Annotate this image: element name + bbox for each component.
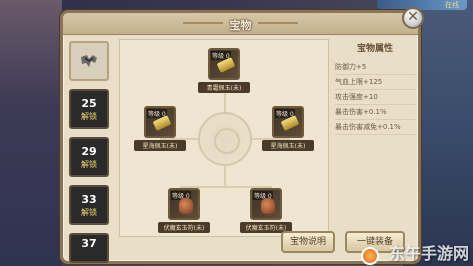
pot-icon bbox=[261, 198, 275, 214]
taiji-emblem bbox=[198, 112, 252, 166]
close-icon: ✕ bbox=[407, 9, 419, 25]
background-left bbox=[0, 0, 62, 266]
slot-2[interactable]: 29 解锁 bbox=[69, 137, 109, 177]
item-box: 等级 0 bbox=[272, 106, 304, 138]
slot-status: 解锁 bbox=[81, 112, 97, 121]
slot-column: 25 解锁 29 解锁 33 解锁 37 bbox=[69, 41, 113, 266]
close-button[interactable]: ✕ bbox=[402, 7, 424, 29]
pot-icon bbox=[179, 198, 193, 214]
title-ornament-right bbox=[258, 22, 298, 24]
window-title: 宝物 bbox=[229, 19, 252, 32]
hud-top-text: 在线 bbox=[445, 1, 459, 9]
slot-3[interactable]: 33 解锁 bbox=[69, 185, 109, 225]
slot-level: 37 bbox=[81, 237, 97, 250]
slot-4[interactable]: 37 bbox=[69, 233, 109, 263]
connector bbox=[224, 166, 226, 186]
attribute-panel: 宝物属性 防御力+5 气血上限+125 攻击强度+10 暴击伤害+0.1% 暴击… bbox=[335, 39, 415, 237]
slot-status: 解锁 bbox=[81, 160, 97, 169]
treasure-item-bottom-right[interactable]: 等级 0 伏魔玄玉符(未) bbox=[240, 188, 292, 233]
treasure-info-button[interactable]: 宝物说明 bbox=[281, 231, 335, 253]
item-name: 伏魔玄玉符(未) bbox=[158, 222, 210, 233]
item-name: 星海佩玉(未) bbox=[134, 140, 186, 151]
item-box: 等级 0 bbox=[168, 188, 200, 220]
item-name: 青霜佩玉(未) bbox=[198, 82, 250, 93]
attribute-item: 攻击强度+10 bbox=[335, 90, 415, 105]
slot-status: 解锁 bbox=[81, 208, 97, 217]
slot-1[interactable]: 25 解锁 bbox=[69, 89, 109, 129]
attribute-item: 暴击伤害减免+0.1% bbox=[335, 120, 415, 135]
title-bar: 宝物 bbox=[63, 13, 418, 35]
slot-level: 25 bbox=[81, 97, 97, 110]
treasure-item-right[interactable]: 等级 0 星海佩玉(未) bbox=[262, 106, 314, 151]
item-box: 等级 0 bbox=[144, 106, 176, 138]
watermark-logo bbox=[361, 247, 379, 265]
treasure-tree: 等级 0 青霜佩玉(未) 等级 0 星海佩玉(未) 等级 0 星海佩玉(未) 等… bbox=[119, 39, 329, 237]
treasure-item-left[interactable]: 等级 0 星海佩玉(未) bbox=[134, 106, 186, 151]
treasure-panel: 宝物 ✕ 25 解锁 29 解锁 33 解锁 37 等级 0 青霜佩玉(未) 等… bbox=[60, 7, 424, 266]
slot-level: 33 bbox=[81, 193, 97, 206]
attribute-list: 防御力+5 气血上限+125 攻击强度+10 暴击伤害+0.1% 暴击伤害减免+… bbox=[335, 60, 415, 135]
attribute-title: 宝物属性 bbox=[356, 44, 393, 54]
slot-level: 29 bbox=[81, 145, 97, 158]
item-box: 等级 0 bbox=[250, 188, 282, 220]
treasure-item-bottom-left[interactable]: 等级 0 伏魔玄玉符(未) bbox=[158, 188, 210, 233]
watermark-text: 东午手游网 bbox=[388, 244, 469, 263]
attribute-item: 气血上限+125 bbox=[335, 75, 415, 90]
attribute-item: 防御力+5 bbox=[335, 60, 415, 75]
attribute-item: 暴击伤害+0.1% bbox=[335, 105, 415, 120]
item-box: 等级 0 bbox=[208, 48, 240, 80]
treasure-icon bbox=[81, 55, 97, 67]
treasure-item-top[interactable]: 等级 0 青霜佩玉(未) bbox=[198, 48, 250, 93]
item-name: 星海佩玉(未) bbox=[262, 140, 314, 151]
slot-0[interactable] bbox=[69, 41, 109, 81]
